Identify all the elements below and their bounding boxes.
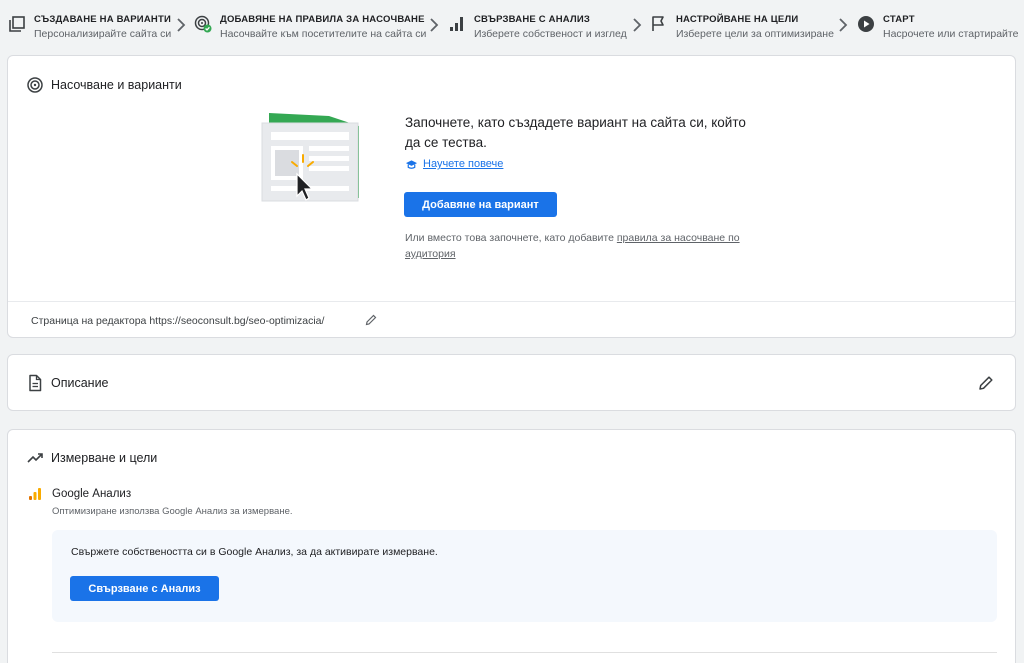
hero-text: Започнете, като създадете вариант на сай… xyxy=(405,115,746,150)
google-analytics-icon xyxy=(29,488,41,500)
step-subtitle: Изберете цели за оптимизиране xyxy=(676,28,834,40)
step-create-variants[interactable]: СЪЗДАВАНЕ НА ВАРИАНТИ Персонализирайте с… xyxy=(8,10,176,42)
step-subtitle: Насрочете или стартирайте xyxy=(883,28,1019,40)
school-icon xyxy=(405,160,418,169)
ga-connect-panel: Свържете собствеността си в Google Анали… xyxy=(52,530,997,622)
measurement-card: Измерване и цели Google Анализ Оптимизир… xyxy=(7,429,1016,663)
edit-pencil-icon[interactable] xyxy=(978,375,994,391)
card-title: Измерване и цели xyxy=(51,451,158,465)
targeting-card: Насочване и варианти Започнете, като съз… xyxy=(7,55,1016,338)
target-check-icon xyxy=(194,15,212,33)
step-title: НАСТРОЙВАНЕ НА ЦЕЛИ xyxy=(676,14,799,25)
ga-title: Google Анализ xyxy=(52,488,132,500)
step-set-goals[interactable]: НАСТРОЙВАНЕ НА ЦЕЛИ Изберете цели за опт… xyxy=(650,10,836,42)
flag-icon xyxy=(652,16,664,31)
ga-subtitle: Оптимизиране използва Google Анализ за и… xyxy=(52,506,293,517)
step-title: СВЪРЗВАНЕ С АНАЛИЗ xyxy=(474,14,590,25)
chevron-right-icon xyxy=(839,18,848,32)
alt-start-text: Или вместо това започнете, като добавите… xyxy=(405,230,775,262)
step-targeting-rules[interactable]: ДОБАВЯНЕ НА ПРАВИЛА ЗА НАСОЧВАНЕ Насочва… xyxy=(194,10,426,42)
divider xyxy=(52,652,997,653)
step-start[interactable]: СТАРТ Насрочете или стартирайте xyxy=(857,10,1024,42)
step-subtitle: Насочвайте към посетителите на сайта си xyxy=(220,28,427,40)
card-title: Насочване и варианти xyxy=(51,78,182,92)
connect-analytics-button[interactable]: Свързване с Анализ xyxy=(70,576,219,601)
step-title: ДОБАВЯНЕ НА ПРАВИЛА ЗА НАСОЧВАНЕ xyxy=(220,14,425,25)
alt-start-prefix: Или вместо това започнете, като добавите xyxy=(405,232,614,244)
chevron-right-icon xyxy=(177,18,186,32)
divider xyxy=(8,301,1015,302)
step-title: СЪЗДАВАНЕ НА ВАРИАНТИ xyxy=(34,14,171,25)
variants-icon xyxy=(9,16,25,32)
add-variant-button[interactable]: Добавяне на вариант xyxy=(404,192,557,217)
description-card: Описание xyxy=(7,354,1016,411)
chevron-right-icon xyxy=(633,18,642,32)
document-icon xyxy=(29,374,42,392)
step-connect-analytics[interactable]: СВЪРЗВАНЕ С АНАЛИЗ Изберете собственост … xyxy=(448,10,630,42)
variant-illustration xyxy=(261,113,359,202)
learn-more-label: Научете повече xyxy=(423,158,504,170)
editor-page-url: Страница на редактора https://seoconsult… xyxy=(31,315,325,327)
trending-up-icon xyxy=(27,453,43,463)
step-subtitle: Персонализирайте сайта си xyxy=(34,28,172,40)
step-subtitle: Изберете собственост и изглед xyxy=(474,28,627,40)
bar-chart-icon xyxy=(450,17,463,31)
ga-connect-text: Свържете собствеността си в Google Анали… xyxy=(71,546,438,558)
play-icon xyxy=(858,16,874,32)
target-icon xyxy=(27,77,43,93)
edit-pencil-icon[interactable] xyxy=(365,314,377,326)
stepper: СЪЗДАВАНЕ НА ВАРИАНТИ Персонализирайте с… xyxy=(0,0,1024,46)
card-title: Описание xyxy=(51,376,109,390)
chevron-right-icon xyxy=(430,18,439,32)
step-title: СТАРТ xyxy=(883,14,915,25)
